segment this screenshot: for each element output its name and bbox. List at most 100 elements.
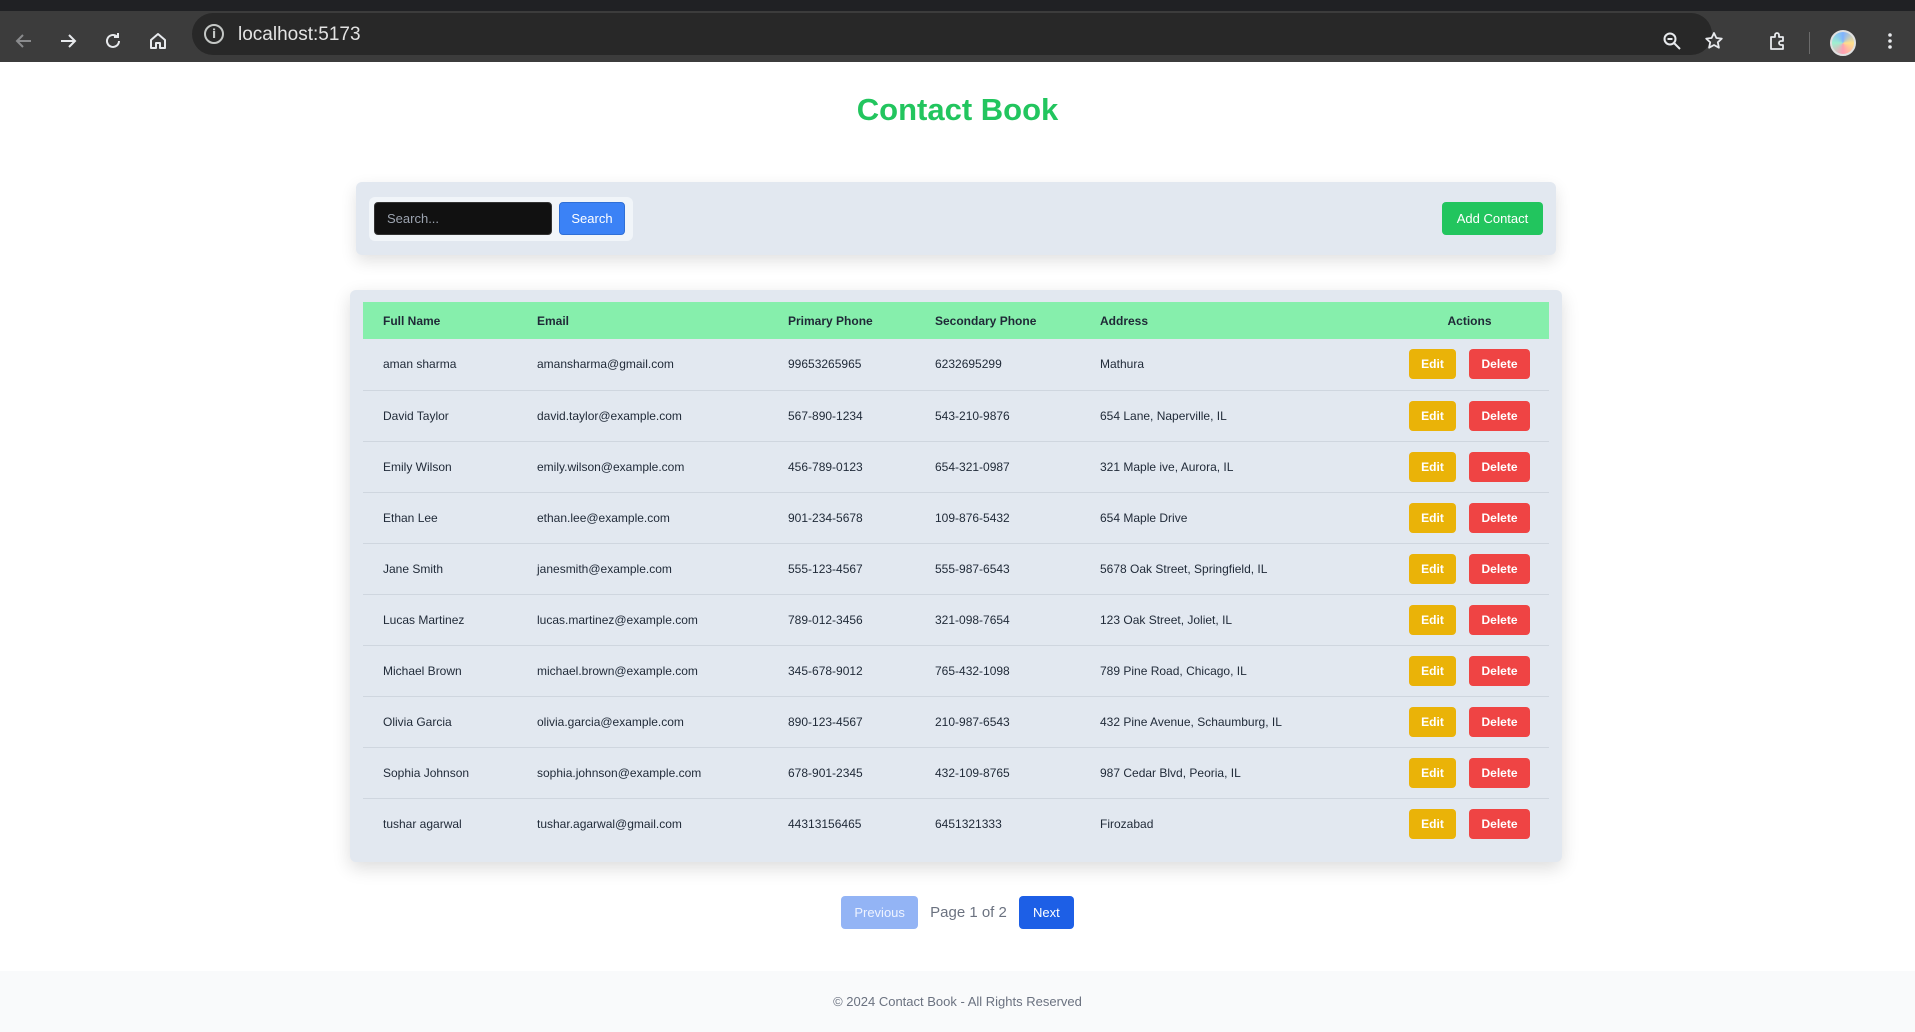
cell-address: 321 Maple ive, Aurora, IL <box>1100 459 1234 474</box>
delete-button[interactable]: Delete <box>1469 400 1530 431</box>
cell-actions: Edit Delete <box>1390 339 1549 390</box>
delete-button[interactable]: Delete <box>1469 502 1530 533</box>
cell-name: Michael Brown <box>383 663 462 678</box>
extensions-icon[interactable] <box>1757 21 1797 61</box>
cell-address: 123 Oak Street, Joliet, IL <box>1100 612 1233 627</box>
delete-button[interactable]: Delete <box>1469 757 1530 788</box>
table-row: Jane Smith janesmith@example.com 555-123… <box>363 543 1549 594</box>
menu-icon[interactable] <box>1870 21 1910 61</box>
delete-button[interactable]: Delete <box>1469 349 1530 380</box>
zoom-icon[interactable] <box>1652 21 1692 61</box>
edit-button[interactable]: Edit <box>1409 451 1456 482</box>
contacts-table: Full Name Email Primary Phone Secondary … <box>363 302 1549 849</box>
forward-icon[interactable] <box>48 21 88 61</box>
edit-button[interactable]: Edit <box>1409 604 1456 635</box>
edit-button[interactable]: Edit <box>1409 808 1456 839</box>
cell-actions: Edit Delete <box>1390 594 1549 645</box>
info-icon[interactable]: i <box>204 24 224 44</box>
cell-primary-phone: 890-123-4567 <box>788 714 863 729</box>
cell-name: tushar agarwal <box>383 816 462 831</box>
search-input[interactable] <box>374 202 552 235</box>
header-actions: Actions <box>1447 313 1492 328</box>
footer: © 2024 Contact Book - All Rights Reserve… <box>0 971 1915 1032</box>
table-row: tushar agarwal tushar.agarwal@gmail.com … <box>363 798 1549 849</box>
cell-actions: Edit Delete <box>1390 441 1549 492</box>
profile-avatar[interactable] <box>1830 30 1856 56</box>
cell-email: amansharma@gmail.com <box>537 357 674 372</box>
table-row: David Taylor david.taylor@example.com 56… <box>363 390 1549 441</box>
delete-button[interactable]: Delete <box>1469 604 1530 635</box>
cell-address: 789 Pine Road, Chicago, IL <box>1100 663 1247 678</box>
cell-primary-phone: 901-234-5678 <box>788 510 863 525</box>
delete-button[interactable]: Delete <box>1469 808 1530 839</box>
edit-button[interactable]: Edit <box>1409 349 1456 380</box>
back-icon[interactable] <box>4 21 44 61</box>
header-secondary-phone: Secondary Phone <box>935 313 1037 328</box>
cell-name: Olivia Garcia <box>383 714 452 729</box>
cell-name: Emily Wilson <box>383 459 452 474</box>
cell-primary-phone: 345-678-9012 <box>788 663 863 678</box>
edit-button[interactable]: Edit <box>1409 655 1456 686</box>
cell-primary-phone: 44313156465 <box>788 816 862 831</box>
cell-secondary-phone: 109-876-5432 <box>935 510 1010 525</box>
cell-secondary-phone: 555-987-6543 <box>935 561 1010 576</box>
page-indicator: Page 1 of 2 <box>930 903 1007 921</box>
cell-address: Firozabad <box>1100 816 1154 831</box>
cell-actions: Edit Delete <box>1390 747 1549 798</box>
cell-email: janesmith@example.com <box>537 561 672 576</box>
header-address: Address <box>1100 313 1149 328</box>
delete-button[interactable]: Delete <box>1469 451 1530 482</box>
cell-name: Jane Smith <box>383 561 444 576</box>
cell-secondary-phone: 765-432-1098 <box>935 663 1010 678</box>
cell-actions: Edit Delete <box>1390 543 1549 594</box>
search-button[interactable]: Search <box>559 202 625 235</box>
header-primary-phone: Primary Phone <box>788 313 873 328</box>
cell-actions: Edit Delete <box>1390 492 1549 543</box>
reload-icon[interactable] <box>93 21 133 61</box>
table-row: Lucas Martinez lucas.martinez@example.co… <box>363 594 1549 645</box>
next-button[interactable]: Next <box>1018 895 1074 929</box>
cell-address: Mathura <box>1100 357 1145 372</box>
cell-name: David Taylor <box>383 408 449 423</box>
edit-button[interactable]: Edit <box>1409 757 1456 788</box>
cell-actions: Edit Delete <box>1390 645 1549 696</box>
star-icon[interactable] <box>1694 21 1734 61</box>
cell-secondary-phone: 543-210-9876 <box>935 408 1010 423</box>
cell-email: david.taylor@example.com <box>537 408 682 423</box>
edit-button[interactable]: Edit <box>1409 706 1456 737</box>
cell-secondary-phone: 654-321-0987 <box>935 459 1010 474</box>
cell-actions: Edit Delete <box>1390 390 1549 441</box>
cell-email: sophia.johnson@example.com <box>537 765 702 780</box>
cell-email: emily.wilson@example.com <box>537 459 685 474</box>
edit-button[interactable]: Edit <box>1409 553 1456 584</box>
cell-primary-phone: 99653265965 <box>788 357 862 372</box>
cell-actions: Edit Delete <box>1390 696 1549 747</box>
edit-button[interactable]: Edit <box>1409 400 1456 431</box>
address-bar[interactable]: i localhost:5173 <box>192 13 1712 55</box>
page-title: Contact Book <box>856 92 1059 127</box>
home-icon[interactable] <box>138 21 178 61</box>
cell-address: 5678 Oak Street, Springfield, IL <box>1100 561 1268 576</box>
toolbar-divider <box>1809 32 1810 54</box>
cell-email: lucas.martinez@example.com <box>537 612 698 627</box>
table-row: Sophia Johnson sophia.johnson@example.co… <box>363 747 1549 798</box>
header-full-name: Full Name <box>383 313 441 328</box>
cell-name: Lucas Martinez <box>383 612 465 627</box>
cell-primary-phone: 678-901-2345 <box>788 765 863 780</box>
cell-email: olivia.garcia@example.com <box>537 714 684 729</box>
contacts-table-card: Full Name Email Primary Phone Secondary … <box>350 290 1562 862</box>
table-row: aman sharma amansharma@gmail.com 9965326… <box>363 339 1549 390</box>
cell-address: 432 Pine Avenue, Schaumburg, IL <box>1100 714 1282 729</box>
add-contact-button[interactable]: Add Contact <box>1442 202 1543 235</box>
search-group: Search <box>369 197 633 241</box>
previous-button[interactable]: Previous <box>841 895 919 929</box>
edit-button[interactable]: Edit <box>1409 502 1456 533</box>
delete-button[interactable]: Delete <box>1469 655 1530 686</box>
table-row: Emily Wilson emily.wilson@example.com 45… <box>363 441 1549 492</box>
cell-secondary-phone: 6232695299 <box>935 357 1002 372</box>
delete-button[interactable]: Delete <box>1469 553 1530 584</box>
table-header-row: Full Name Email Primary Phone Secondary … <box>363 302 1549 339</box>
cell-name: Sophia Johnson <box>383 765 470 780</box>
delete-button[interactable]: Delete <box>1469 706 1530 737</box>
cell-secondary-phone: 6451321333 <box>935 816 1002 831</box>
